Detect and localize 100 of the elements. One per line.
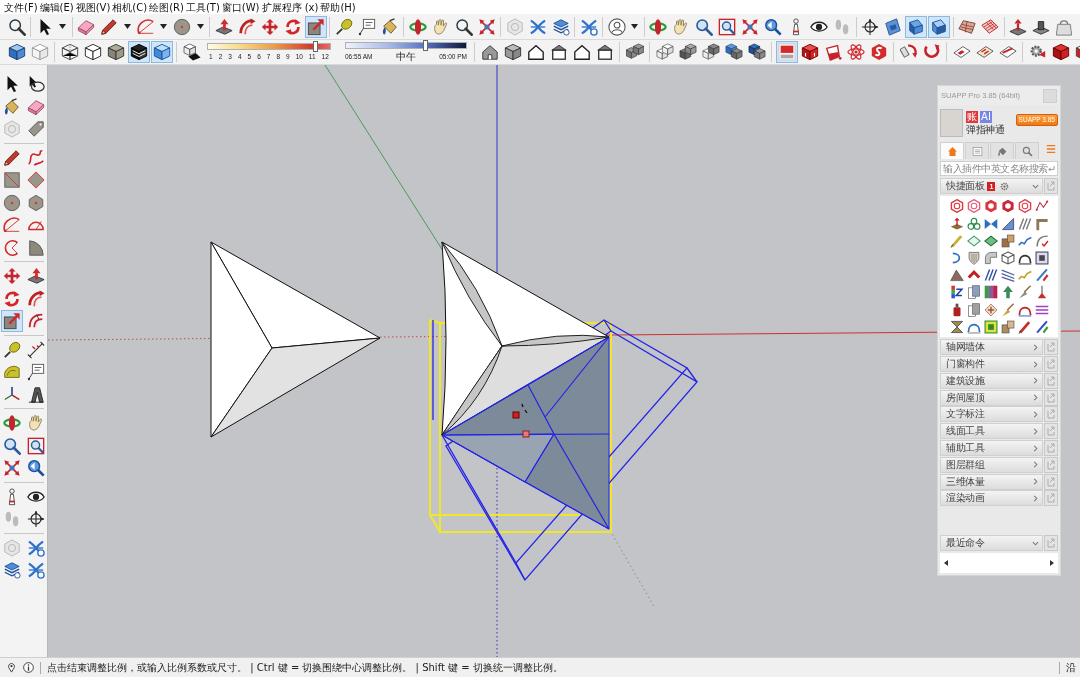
menu-item[interactable]: 窗口(W)	[221, 0, 260, 14]
circle-icon[interactable]	[173, 17, 191, 36]
pencil-icon[interactable]	[3, 148, 21, 167]
category-row[interactable]: 轴网墙体	[940, 339, 1043, 356]
paint-bucket-icon[interactable]	[3, 97, 21, 116]
pages-icon[interactable]	[966, 285, 981, 300]
section-cube-icon[interactable]	[928, 15, 950, 38]
house-icon[interactable]	[480, 43, 499, 61]
overlapping-cubes-icon[interactable]	[747, 43, 766, 61]
zoom-extents-icon[interactable]	[741, 17, 759, 36]
slanted-bars-icon[interactable]	[1034, 268, 1049, 283]
layers-icon[interactable]	[551, 17, 570, 36]
logo-icon[interactable]	[775, 41, 798, 63]
category-row[interactable]: 文字标注	[940, 406, 1043, 423]
crossed-curves-icon[interactable]	[528, 17, 547, 36]
panel-tab[interactable]	[1015, 142, 1039, 159]
dropdown-caret-icon[interactable]	[123, 24, 131, 29]
color-bands-icon[interactable]	[983, 285, 998, 300]
curve-check-icon[interactable]	[1034, 233, 1049, 248]
hexagon-icon[interactable]	[869, 43, 888, 61]
circle-icon[interactable]	[3, 193, 21, 212]
menu-item[interactable]: 工具(T)	[185, 0, 220, 14]
hexagon-icon[interactable]	[1017, 199, 1032, 214]
paint-bucket-icon[interactable]	[380, 17, 399, 36]
scale-handle[interactable]	[522, 430, 530, 438]
arc-icon[interactable]	[3, 216, 21, 234]
section-cube-icon[interactable]	[905, 15, 927, 38]
color-bars-icon[interactable]	[949, 285, 964, 300]
zoom-extents-icon[interactable]	[477, 17, 496, 36]
category-row[interactable]: 线面工具	[940, 423, 1043, 440]
extruded-letter-icon[interactable]	[26, 385, 45, 404]
zoom-window-icon[interactable]	[26, 436, 45, 455]
boxes-icon[interactable]	[1000, 233, 1015, 248]
terrain-mesh-icon[interactable]	[958, 17, 976, 36]
curved-arrow-icon[interactable]	[922, 43, 941, 61]
wireframe-cube-icon[interactable]	[60, 43, 79, 61]
overlapping-cubes-icon[interactable]	[655, 43, 674, 61]
boxes-icon[interactable]	[1000, 319, 1015, 334]
house-icon[interactable]	[572, 43, 591, 61]
overlapping-cubes-icon[interactable]	[724, 43, 743, 61]
cube-icon[interactable]	[1051, 43, 1070, 61]
zoom-icon[interactable]	[454, 17, 473, 36]
brush-icon[interactable]	[1017, 285, 1032, 300]
layers-icon[interactable]	[3, 561, 21, 579]
menu-item[interactable]: 文件(F)	[4, 0, 38, 14]
push-pull-icon[interactable]	[214, 17, 233, 36]
framed-square-icon[interactable]	[983, 319, 998, 334]
protractor-icon[interactable]	[3, 363, 21, 381]
hidden-line-cube-icon[interactable]	[83, 43, 102, 61]
cube-icon[interactable]	[503, 43, 522, 61]
dropdown-caret-icon[interactable]	[59, 24, 66, 29]
translucent-cube-icon[interactable]	[150, 41, 173, 63]
text-label-icon[interactable]	[357, 17, 376, 36]
move-arrows-icon[interactable]	[3, 267, 21, 285]
hand-icon[interactable]	[672, 17, 690, 36]
tag-icon[interactable]	[26, 120, 45, 138]
panel-tab[interactable]	[990, 142, 1014, 159]
time-slider[interactable]	[345, 42, 467, 49]
mound-icon[interactable]	[949, 268, 964, 283]
scale-handle[interactable]	[512, 411, 520, 419]
curved-arrow-icon[interactable]	[899, 43, 918, 61]
category-row[interactable]: 三维体量	[940, 473, 1043, 490]
move-arrows-icon[interactable]	[260, 17, 279, 36]
menu-item[interactable]: 扩展程序 (x)	[261, 0, 319, 14]
tile-icon[interactable]	[998, 43, 1017, 61]
tile-icon[interactable]	[952, 43, 971, 61]
dimension-icon[interactable]	[26, 340, 45, 359]
tile-icon[interactable]	[975, 43, 994, 61]
eraser-icon[interactable]	[77, 17, 95, 36]
shaded-cube-icon[interactable]	[106, 43, 125, 61]
tape-measure-icon[interactable]	[334, 17, 353, 36]
month-slider[interactable]	[207, 43, 331, 50]
menu-item[interactable]: 绘图(R)	[149, 0, 184, 14]
scroll-right-icon[interactable]	[1050, 560, 1054, 566]
info-icon[interactable]	[23, 662, 34, 673]
pencil-icon[interactable]	[100, 17, 118, 36]
axes-icon[interactable]	[861, 17, 879, 36]
menu-item[interactable]: 帮助(H)	[320, 0, 356, 14]
pages-icon[interactable]	[966, 302, 981, 317]
zoom-window-icon[interactable]	[718, 17, 736, 36]
roofed-box-icon[interactable]	[595, 43, 614, 61]
panel-tab[interactable]	[940, 142, 964, 159]
crossed-curves-gear-icon[interactable]	[26, 538, 45, 557]
hand-icon[interactable]	[26, 414, 45, 432]
shadow-cube-icon[interactable]	[182, 43, 201, 61]
triangle-icon[interactable]	[1000, 216, 1015, 231]
polyline-icon[interactable]	[1034, 199, 1049, 214]
push-pull-icon[interactable]	[26, 267, 45, 285]
axes-icon[interactable]	[26, 510, 45, 528]
category-row[interactable]: 图层群组	[940, 456, 1043, 473]
framed-square-icon[interactable]	[1034, 250, 1049, 265]
orbit-icon[interactable]	[3, 414, 21, 432]
zoom-extents-icon[interactable]	[3, 459, 21, 477]
crossed-curves-gear-icon[interactable]	[579, 17, 598, 36]
bent-bar-icon[interactable]	[1034, 216, 1049, 231]
cube-icon[interactable]	[800, 43, 819, 61]
section-header[interactable]: 最近命令	[940, 535, 1043, 552]
orbit-icon[interactable]	[649, 17, 667, 36]
rotate-arrows-icon[interactable]	[3, 289, 21, 308]
slanted-bars-icon[interactable]	[1034, 319, 1049, 334]
